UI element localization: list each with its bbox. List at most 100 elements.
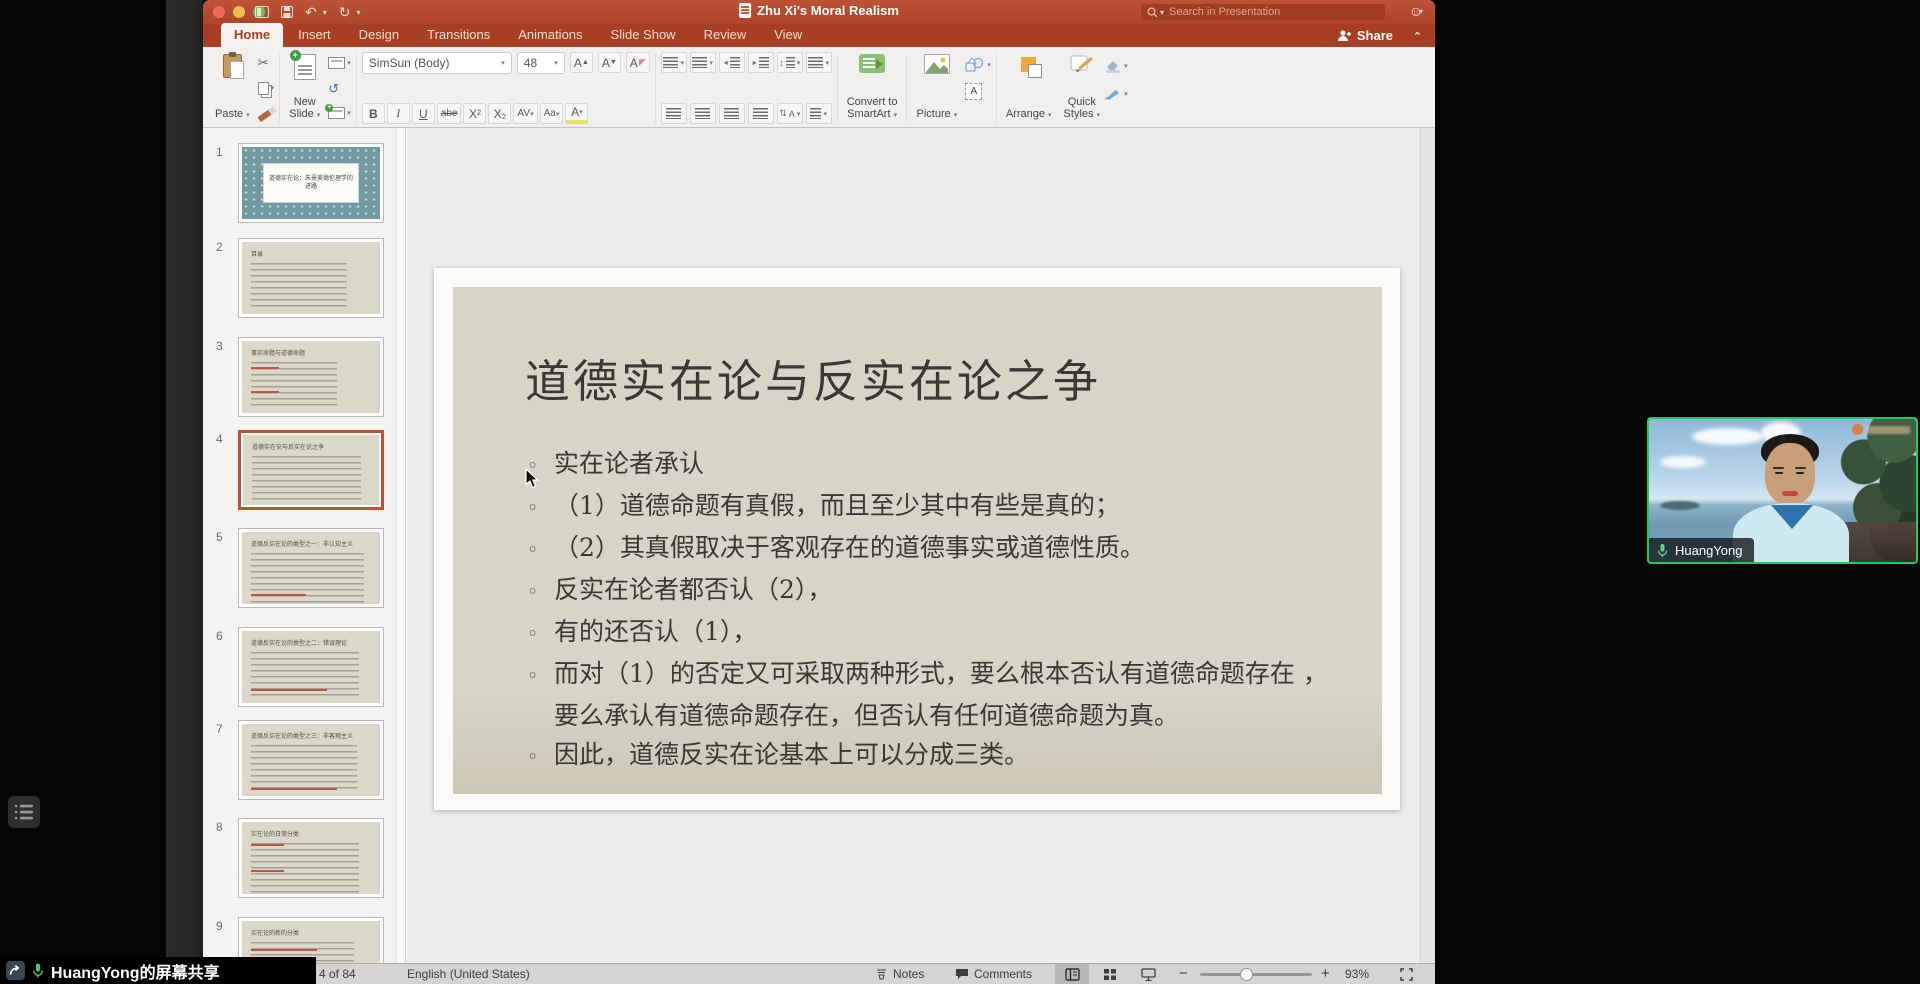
justify-button[interactable] bbox=[748, 103, 774, 124]
add-columns-button[interactable]: ▾ bbox=[806, 52, 832, 73]
arrange-button[interactable]: Arrange ▾ bbox=[1002, 52, 1056, 124]
tab-animations[interactable]: Animations bbox=[505, 23, 595, 47]
align-text-icon bbox=[810, 108, 821, 119]
zoom-slider[interactable] bbox=[1200, 973, 1312, 976]
slide-layout-button[interactable]: ▾ bbox=[328, 53, 351, 73]
minimize-button[interactable] bbox=[233, 6, 245, 18]
notes-button[interactable]: Notes bbox=[875, 967, 924, 981]
strikethrough-button[interactable]: abe bbox=[437, 103, 462, 124]
font-size-select[interactable]: 48▾ bbox=[517, 52, 565, 74]
zoom-panel-toggle-button[interactable] bbox=[8, 796, 40, 828]
fit-slide-button[interactable] bbox=[1389, 964, 1423, 984]
slide-thumbnail-4-selected[interactable]: 道德实在论与反实在论之争 bbox=[238, 430, 384, 510]
slide-thumbnail-panel: 1 道德实在论：朱熹美德伦理学的进路 2 目录 3 事实命题与道德命题 4 道德… bbox=[203, 128, 406, 963]
redo-icon[interactable]: ↻ bbox=[339, 4, 351, 21]
slide-thumbnail-5[interactable]: 道德反实在论的类型之一：非认知主义 bbox=[238, 528, 384, 608]
undo-icon[interactable]: ↶ bbox=[305, 4, 317, 21]
present-icon bbox=[1141, 968, 1156, 981]
increase-indent-button[interactable]: ▸ bbox=[748, 52, 774, 73]
slide-canvas: 道德实在论与反实在论之争 ◦实在论者承认 ◦（1）道德命题有真假，而且至少其中有… bbox=[407, 128, 1435, 963]
collapse-ribbon-chevron-icon[interactable]: ⌃ bbox=[1413, 30, 1422, 43]
close-button[interactable] bbox=[213, 6, 225, 18]
section-icon: + bbox=[328, 107, 345, 119]
tab-view[interactable]: View bbox=[761, 23, 815, 47]
align-text-button[interactable]: ▾ bbox=[806, 103, 832, 124]
shapes-button[interactable]: ▾ bbox=[965, 55, 991, 75]
canvas-scrollbar[interactable] bbox=[1420, 128, 1435, 963]
cut-button[interactable]: ✂ bbox=[258, 53, 275, 73]
tab-insert[interactable]: Insert bbox=[285, 23, 344, 47]
shape-fill-button[interactable]: ▾ bbox=[1104, 56, 1128, 76]
character-spacing-button[interactable]: AV▾ bbox=[513, 103, 537, 124]
quick-styles-icon bbox=[1070, 54, 1094, 74]
decrease-indent-button[interactable]: ◂ bbox=[719, 52, 745, 73]
comments-button[interactable]: Comments bbox=[955, 967, 1032, 981]
slide-sorter-view-button[interactable] bbox=[1093, 964, 1127, 984]
numbering-button[interactable]: ▾ bbox=[690, 52, 716, 73]
font-color-button[interactable]: A▾ bbox=[565, 103, 588, 124]
save-icon[interactable] bbox=[281, 6, 293, 18]
zoom-slider-knob[interactable] bbox=[1240, 968, 1253, 981]
font-name-select[interactable]: SimSun (Body)▾ bbox=[362, 52, 512, 74]
clear-formatting-button[interactable]: A◤ bbox=[626, 52, 650, 73]
bold-button[interactable]: B bbox=[362, 103, 385, 124]
panel-scrollbar[interactable] bbox=[396, 128, 405, 963]
toolbar-options-caret-icon[interactable]: ▾ bbox=[356, 8, 360, 17]
slide-thumbnail-8[interactable]: 实在论的日常分类 bbox=[238, 818, 384, 898]
increase-font-button[interactable]: A▲ bbox=[570, 52, 593, 73]
numbered-list-icon bbox=[692, 57, 707, 68]
subscript-button[interactable]: X₂ bbox=[488, 103, 511, 124]
tab-design[interactable]: Design bbox=[346, 23, 412, 47]
line-spacing-button[interactable]: ↕▾ bbox=[777, 52, 803, 73]
quick-styles-button[interactable]: QuickStyles ▾ bbox=[1060, 52, 1105, 124]
share-screen-icon[interactable] bbox=[6, 961, 25, 980]
share-button[interactable]: Share bbox=[1337, 28, 1393, 43]
align-right-button[interactable] bbox=[719, 103, 745, 124]
language-selector[interactable]: English (United States) bbox=[407, 967, 530, 981]
align-center-button[interactable] bbox=[690, 103, 716, 124]
bullets-button[interactable]: ▾ bbox=[661, 52, 687, 73]
format-painter-button[interactable] bbox=[258, 103, 275, 123]
section-button[interactable]: +▾ bbox=[328, 103, 351, 123]
tab-slide-show[interactable]: Slide Show bbox=[598, 23, 689, 47]
text-direction-button[interactable]: ⇅A▾ bbox=[777, 103, 803, 124]
tab-transitions[interactable]: Transitions bbox=[414, 23, 503, 47]
expand-icon bbox=[1400, 968, 1413, 981]
paste-button[interactable]: Paste ▾ bbox=[211, 52, 254, 124]
align-left-button[interactable] bbox=[661, 103, 687, 124]
underline-button[interactable]: U bbox=[412, 103, 435, 124]
zoom-in-button[interactable]: + bbox=[1321, 965, 1330, 982]
picture-button[interactable]: Picture ▾ bbox=[912, 52, 961, 124]
zoom-out-button[interactable]: − bbox=[1179, 965, 1188, 982]
shape-format-group: ▾ ▾ bbox=[1104, 52, 1128, 124]
italic-button[interactable]: I bbox=[387, 103, 410, 124]
slide-thumbnail-6[interactable]: 道德反实在论的类型之二：错误理论 bbox=[238, 627, 384, 707]
justify-icon bbox=[753, 108, 768, 119]
slideshow-view-button[interactable] bbox=[1131, 964, 1165, 984]
reset-slide-button[interactable]: ↺ bbox=[328, 78, 351, 98]
text-box-button[interactable]: A bbox=[965, 81, 991, 101]
slide-thumbnail-2[interactable]: 目录 bbox=[238, 238, 384, 318]
tab-home[interactable]: Home bbox=[221, 23, 283, 47]
slide-thumbnail-7[interactable]: 道德反实在论的类型之三：非客观主义 bbox=[238, 720, 384, 800]
slide-thumbnail-1[interactable]: 道德实在论：朱熹美德伦理学的进路 bbox=[238, 143, 384, 223]
convert-to-smartart-button[interactable]: Convert toSmartArt ▾ bbox=[843, 52, 902, 124]
search-input[interactable]: ▾ Search in Presentation bbox=[1141, 4, 1385, 20]
participant-video-tile[interactable]: HuangYong bbox=[1647, 417, 1918, 564]
decrease-font-button[interactable]: A▼ bbox=[598, 52, 621, 73]
current-slide[interactable]: 道德实在论与反实在论之争 ◦实在论者承认 ◦（1）道德命题有真假，而且至少其中有… bbox=[434, 268, 1400, 810]
tab-review[interactable]: Review bbox=[691, 23, 760, 47]
mic-on-icon[interactable] bbox=[31, 962, 45, 979]
shape-line-button[interactable]: ▾ bbox=[1104, 84, 1128, 104]
change-case-button[interactable]: Aa▾ bbox=[540, 103, 564, 124]
slide-thumbnail-3[interactable]: 事实命题与道德命题 bbox=[238, 337, 384, 417]
copy-button[interactable]: ▾ bbox=[258, 78, 275, 98]
superscript-button[interactable]: X² bbox=[463, 103, 486, 124]
feedback-smiley-button[interactable]: ☺▾ bbox=[1409, 3, 1423, 19]
slide-bullet: ◦（2）其真假取决于客观存在的道德事实或道德性质。 bbox=[527, 528, 1346, 570]
new-slide-button[interactable]: + NewSlide ▾ bbox=[285, 52, 324, 124]
normal-view-button[interactable] bbox=[1055, 964, 1089, 984]
undo-caret-icon[interactable]: ▾ bbox=[323, 8, 327, 17]
sidebar-toggle-icon[interactable] bbox=[255, 6, 269, 18]
zoom-percentage[interactable]: 93% bbox=[1345, 967, 1369, 981]
